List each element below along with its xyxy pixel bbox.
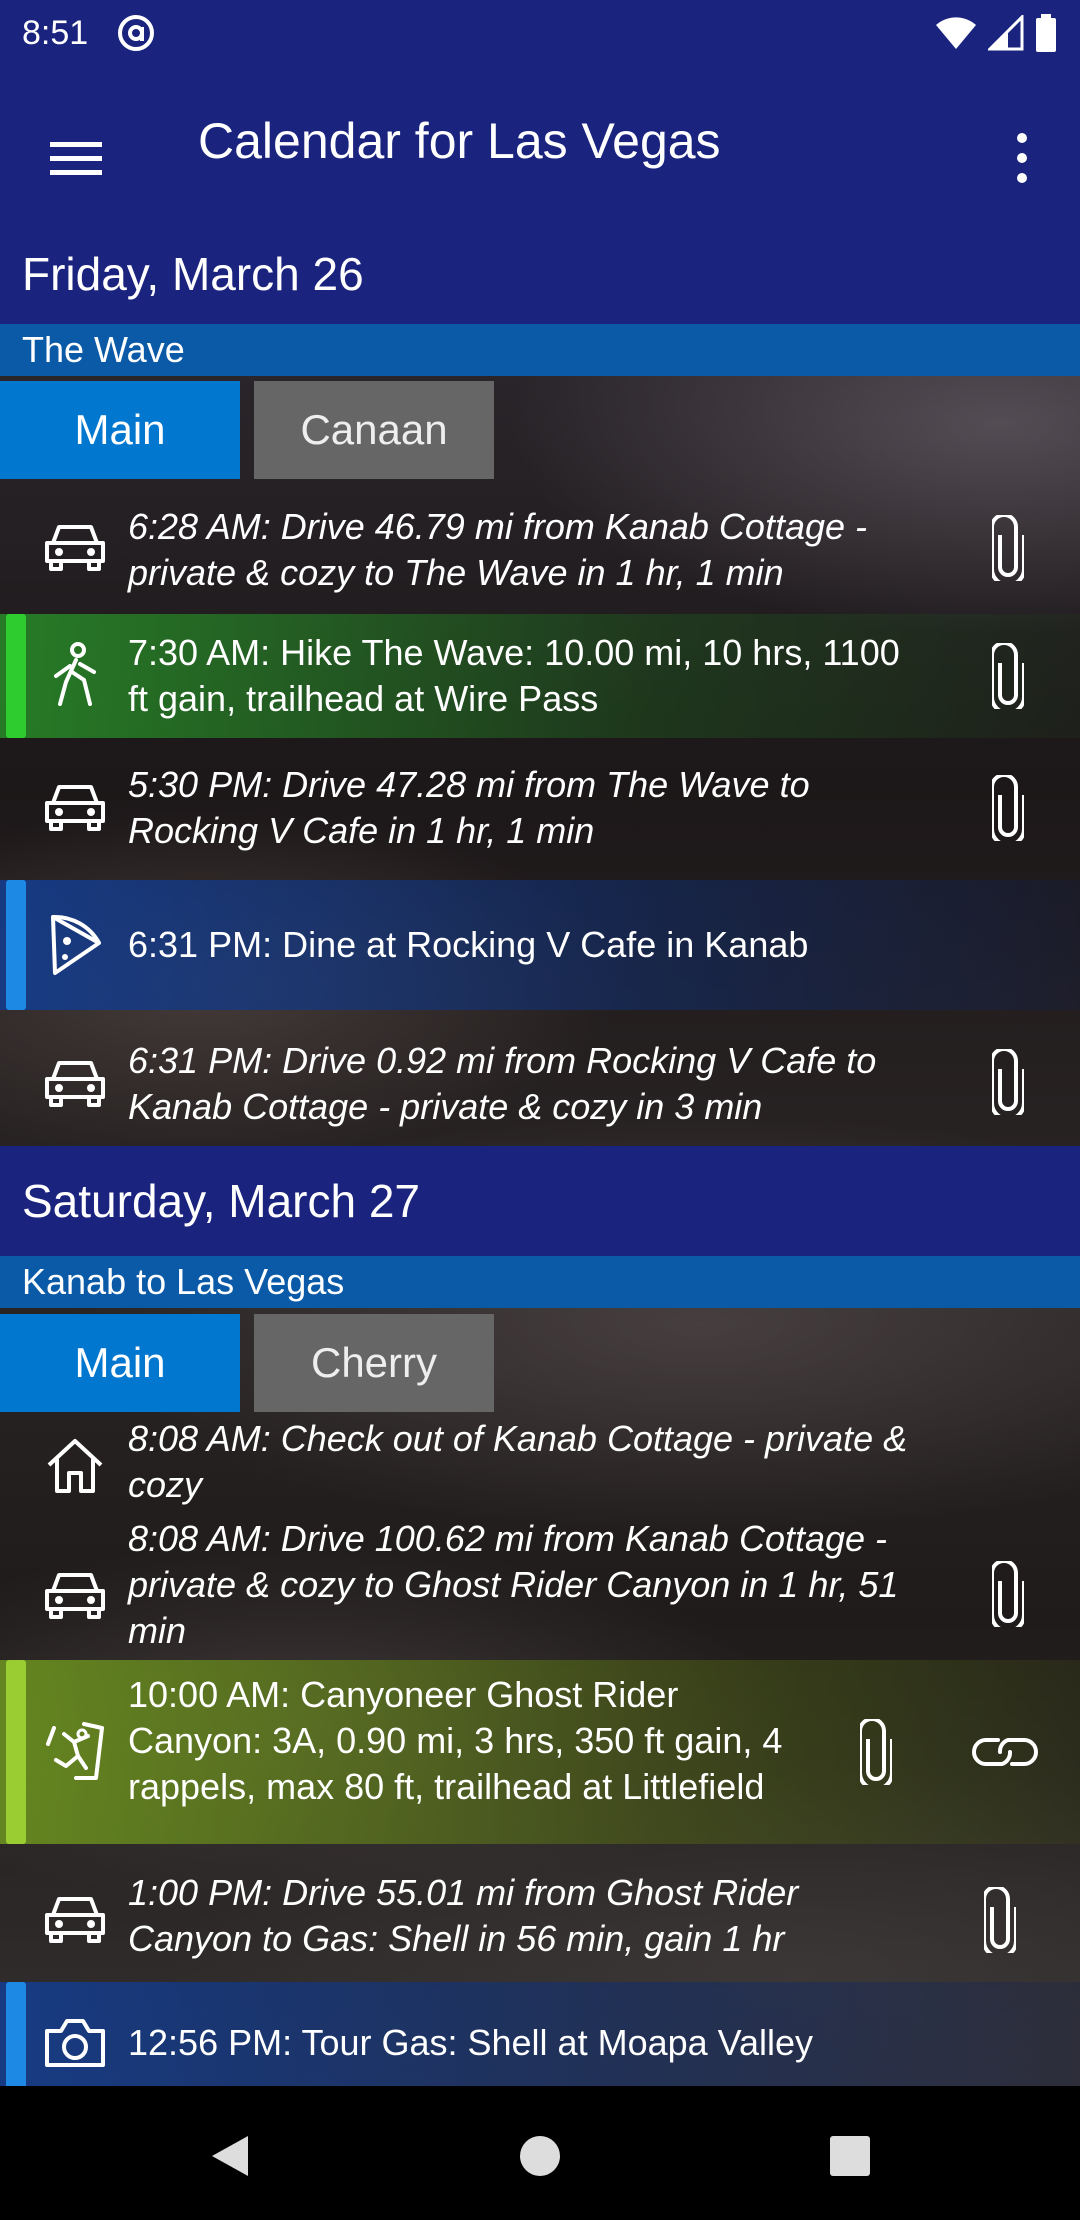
event-text: 6:31 PM: Dine at Rocking V Cafe in Kanab [128,924,809,965]
hamburger-icon [50,142,102,175]
home-button[interactable] [500,2116,580,2196]
more-vert-icon [1017,133,1027,183]
menu-button[interactable] [36,118,116,198]
event-accent [6,880,26,1010]
event-text: 1:00 PM: Drive 55.01 mi from Ghost Rider… [128,1872,799,1959]
status-time: 8:51 [22,13,89,52]
app-bar: Calendar for Las Vegas [0,66,1080,224]
hiker-icon [40,640,110,710]
wifi-icon [936,17,976,49]
recents-button[interactable] [810,2116,890,2196]
event-text: 5:30 PM: Drive 47.28 mi from The Wave to… [128,764,810,851]
event-accent [6,1660,26,1844]
event-row[interactable]: 12:56 PM: Tour Gas: Shell at Moapa Valle… [0,1982,1080,2086]
event-row[interactable]: 8:08 AM: Check out of Kanab Cottage - pr… [0,1416,1080,1512]
car-icon [40,772,110,842]
status-bar: 8:51 [0,0,1080,66]
at-sign-icon [118,15,155,51]
car-icon [40,1884,110,1954]
car-icon [40,1560,110,1630]
climber-icon [40,1716,110,1786]
attachment-icon[interactable] [848,1716,904,1788]
overflow-menu-button[interactable] [982,118,1062,198]
calendar-list[interactable]: Friday, March 26 The Wave Main Canaan 6:… [0,224,1080,2086]
back-button[interactable] [190,2116,270,2196]
event-row[interactable]: 7:30 AM: Hike The Wave: 10.00 mi, 10 hrs… [0,614,1080,738]
attachment-icon[interactable] [972,1884,1028,1956]
event-row[interactable]: 5:30 PM: Drive 47.28 mi from The Wave to… [0,746,1080,870]
attachment-icon[interactable] [980,1558,1036,1630]
pizza-icon [40,910,110,980]
car-icon [40,1048,110,1118]
link-icon[interactable] [970,1722,1040,1782]
event-accent [6,1982,26,2086]
event-row[interactable]: 10:00 AM: Canyoneer Ghost Rider Canyon: … [0,1660,1080,1844]
event-text: 7:30 AM: Hike The Wave: 10.00 mi, 10 hrs… [128,632,900,719]
event-row[interactable]: 1:00 PM: Drive 55.01 mi from Ghost Rider… [0,1854,1080,1982]
event-text: 6:28 AM: Drive 46.79 mi from Kanab Cotta… [128,506,868,593]
event-text: 8:08 AM: Drive 100.62 mi from Kanab Cott… [128,1518,899,1651]
attachment-icon[interactable] [980,640,1036,712]
attachment-icon[interactable] [980,772,1036,844]
recents-icon [830,2136,870,2176]
attachment-icon[interactable] [980,1046,1036,1118]
tab-main[interactable]: Main [0,381,240,479]
day-header: Friday, March 26 [0,224,1080,324]
event-row[interactable]: 6:31 PM: Dine at Rocking V Cafe in Kanab [0,880,1080,1010]
event-row[interactable]: 6:31 PM: Drive 0.92 mi from Rocking V Ca… [0,1014,1080,1154]
event-text: 12:56 PM: Tour Gas: Shell at Moapa Valle… [128,2022,814,2063]
back-icon [212,2136,248,2176]
home-icon [40,1430,110,1500]
car-icon [40,512,110,582]
attachment-icon[interactable] [980,512,1036,584]
cell-signal-icon [988,15,1024,51]
tab-main[interactable]: Main [0,1314,240,1412]
tab-canaan[interactable]: Canaan [254,381,494,479]
tab-cherry[interactable]: Cherry [254,1314,494,1412]
event-text: 6:31 PM: Drive 0.92 mi from Rocking V Ca… [128,1040,877,1127]
event-accent [6,614,26,738]
event-row[interactable]: 6:28 AM: Drive 46.79 mi from Kanab Cotta… [0,486,1080,610]
battery-icon [1036,14,1056,52]
trip-label: The Wave [0,324,1080,376]
home-circle-icon [520,2136,560,2176]
camera-icon [40,2008,110,2078]
event-row[interactable]: 8:08 AM: Drive 100.62 mi from Kanab Cott… [0,1516,1080,1676]
system-nav-bar [0,2086,1080,2220]
trip-label: Kanab to Las Vegas [0,1256,1080,1308]
event-text: 8:08 AM: Check out of Kanab Cottage - pr… [128,1418,908,1505]
event-text: 10:00 AM: Canyoneer Ghost Rider Canyon: … [128,1674,783,1807]
page-title: Calendar for Las Vegas [198,113,721,169]
day-header: Saturday, March 27 [0,1146,1080,1256]
